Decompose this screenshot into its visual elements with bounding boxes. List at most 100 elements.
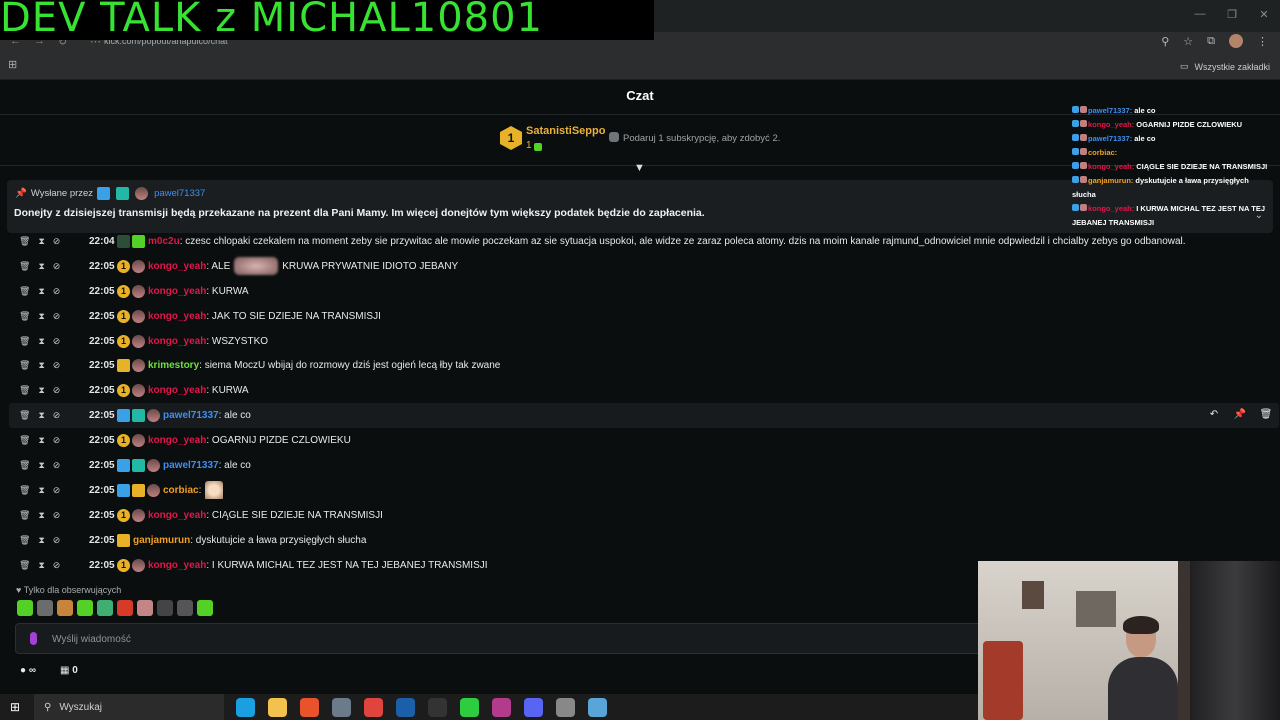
timeout-icon[interactable]: ⧗ <box>38 286 44 297</box>
delete-icon[interactable]: 🗑 <box>19 435 30 446</box>
ban-icon[interactable]: ⊘ <box>53 236 61 247</box>
taskbar-app-notes-icon[interactable] <box>588 697 607 717</box>
emote-5[interactable] <box>97 600 113 616</box>
chat-message[interactable]: 🗑 ⧗ ⊘ 22:05 1 kongo_yeah : CIĄGLE SIE DZ… <box>9 503 1279 528</box>
taskbar-app-chrome-icon[interactable] <box>364 697 383 717</box>
emote-6[interactable] <box>117 600 133 616</box>
pin-message-icon[interactable]: 📌 <box>1231 405 1249 423</box>
ban-icon[interactable]: ⊘ <box>53 261 61 272</box>
ban-icon[interactable]: ⊘ <box>53 410 61 421</box>
timeout-icon[interactable]: ⧗ <box>38 236 44 247</box>
chat-message[interactable]: 🗑 ⧗ ⊘ 22:05 1 kongo_yeah : JAK TO SIE DZ… <box>9 304 1279 329</box>
ban-icon[interactable]: ⊘ <box>53 286 61 297</box>
timeout-icon[interactable]: ⧗ <box>38 535 44 546</box>
store-button[interactable]: ▦ 0 <box>60 665 78 676</box>
delete-icon[interactable]: 🗑 <box>19 460 30 471</box>
emote-4[interactable] <box>77 600 93 616</box>
chat-message[interactable]: 🗑 ⧗ ⊘ 22:05 ganjamurun : dyskutujcie a ł… <box>9 528 1279 553</box>
delete-icon[interactable]: 🗑 <box>19 236 30 247</box>
taskbar-app-steam-icon[interactable] <box>396 697 415 717</box>
emote-2[interactable] <box>37 600 53 616</box>
message-username[interactable]: m0c2u <box>148 236 180 247</box>
taskbar-app-play-icon[interactable] <box>460 697 479 717</box>
timeout-icon[interactable]: ⧗ <box>38 360 44 371</box>
taskbar-app-brave-icon[interactable] <box>300 697 319 717</box>
collapse-pinned-icon[interactable]: ▼ <box>634 162 645 174</box>
ban-icon[interactable]: ⊘ <box>53 535 61 546</box>
message-username[interactable]: corbiac <box>163 485 199 496</box>
chat-message[interactable]: 🗑 ⧗ ⊘ 22:05 1 kongo_yeah : ALE KRUWA PRY… <box>9 254 1279 279</box>
chat-message[interactable]: 🗑 ⧗ ⊘ 22:05 krimestory : siema MoczU wbi… <box>9 353 1279 378</box>
points-display[interactable]: ● ∞ <box>20 665 36 676</box>
taskbar-app-settings-icon[interactable] <box>556 697 575 717</box>
extensions-icon[interactable]: ⧉ <box>1207 35 1215 48</box>
ban-icon[interactable]: ⊘ <box>53 510 61 521</box>
delete-icon[interactable]: 🗑 <box>19 560 30 571</box>
message-username[interactable]: pawel71337 <box>163 410 219 421</box>
timeout-icon[interactable]: ⧗ <box>38 510 44 521</box>
chat-message[interactable]: 🗑 ⧗ ⊘ 22:04 m0c2u : czesc chlopaki czeka… <box>9 229 1279 254</box>
ban-icon[interactable]: ⊘ <box>53 311 61 322</box>
taskbar-app-obs-icon[interactable] <box>428 697 447 717</box>
ban-icon[interactable]: ⊘ <box>53 360 61 371</box>
chat-message[interactable]: 🗑 ⧗ ⊘ 22:05 pawel71337 : ale co ↶ 📌 🗑 <box>9 403 1279 429</box>
emote-9[interactable] <box>177 600 193 616</box>
taskbar-app-notepad-icon[interactable] <box>332 697 351 717</box>
emote-8[interactable] <box>157 600 173 616</box>
ban-icon[interactable]: ⊘ <box>53 485 61 496</box>
delete-icon[interactable]: 🗑 <box>19 510 30 521</box>
delete-icon[interactable]: 🗑 <box>19 410 30 421</box>
message-username[interactable]: kongo_yeah <box>148 435 206 446</box>
gift-sub-cta[interactable]: Podaruj 1 subskrypcję, aby zdobyć 2. <box>609 132 780 144</box>
all-bookmarks-button[interactable]: ▭ Wszystkie zakładki <box>1180 61 1270 72</box>
close-icon[interactable]: ✕ <box>1248 0 1280 28</box>
delete-icon[interactable]: 🗑 <box>19 485 30 496</box>
message-input[interactable] <box>52 630 952 648</box>
timeout-icon[interactable]: ⧗ <box>38 410 44 421</box>
timeout-icon[interactable]: ⧗ <box>38 485 44 496</box>
timeout-icon[interactable]: ⧗ <box>38 261 44 272</box>
message-username[interactable]: kongo_yeah <box>148 286 206 297</box>
menu-icon[interactable]: ⋮ <box>1257 35 1268 48</box>
message-username[interactable]: kongo_yeah <box>148 311 206 322</box>
message-username[interactable]: krimestory <box>148 360 199 371</box>
profile-avatar[interactable] <box>1229 34 1243 48</box>
zoom-icon[interactable]: ⚲ <box>1161 35 1169 48</box>
ban-icon[interactable]: ⊘ <box>53 560 61 571</box>
mic-icon[interactable] <box>30 632 37 645</box>
delete-icon[interactable]: 🗑 <box>19 261 30 272</box>
windows-start-icon[interactable]: ⊞ <box>0 694 30 720</box>
delete-icon[interactable]: 🗑 <box>19 535 30 546</box>
pinned-username[interactable]: pawel71337 <box>154 188 205 199</box>
maximize-icon[interactable]: ❐ <box>1216 0 1248 28</box>
delete-icon[interactable]: 🗑 <box>19 286 30 297</box>
message-username[interactable]: kongo_yeah <box>148 560 206 571</box>
taskbar-search[interactable]: ⚲ Wyszukaj <box>34 694 224 720</box>
timeout-icon[interactable]: ⧗ <box>38 435 44 446</box>
delete-icon[interactable]: 🗑 <box>19 360 30 371</box>
timeout-icon[interactable]: ⧗ <box>38 311 44 322</box>
apps-grid-icon[interactable]: ⊞ <box>8 60 18 71</box>
emote-7[interactable] <box>137 600 153 616</box>
taskbar-app-files-icon[interactable] <box>268 697 287 717</box>
timeout-icon[interactable]: ⧗ <box>38 560 44 571</box>
message-username[interactable]: ganjamurun <box>133 535 190 546</box>
chat-message[interactable]: 🗑 ⧗ ⊘ 22:05 1 kongo_yeah : WSZYSTKO <box>9 329 1279 354</box>
timeout-icon[interactable]: ⧗ <box>38 336 44 347</box>
bookmark-star-icon[interactable]: ☆ <box>1183 35 1193 48</box>
chat-message[interactable]: 🗑 ⧗ ⊘ 22:05 1 kongo_yeah : KURWA <box>9 279 1279 304</box>
message-username[interactable]: kongo_yeah <box>148 261 206 272</box>
emote-1[interactable] <box>17 600 33 616</box>
timeout-icon[interactable]: ⧗ <box>38 460 44 471</box>
taskbar-app-apps-icon[interactable] <box>492 697 511 717</box>
emote-10[interactable] <box>197 600 213 616</box>
ban-icon[interactable]: ⊘ <box>53 336 61 347</box>
minimize-icon[interactable]: — <box>1184 0 1216 28</box>
delete-icon[interactable]: 🗑 <box>19 336 30 347</box>
trash-icon[interactable]: 🗑 <box>1257 405 1275 423</box>
ban-icon[interactable]: ⊘ <box>53 385 61 396</box>
taskbar-app-edge-icon[interactable] <box>236 697 255 717</box>
delete-icon[interactable]: 🗑 <box>19 311 30 322</box>
message-username[interactable]: kongo_yeah <box>148 336 206 347</box>
chat-message[interactable]: 🗑 ⧗ ⊘ 22:05 1 kongo_yeah : KURWA <box>9 378 1279 403</box>
